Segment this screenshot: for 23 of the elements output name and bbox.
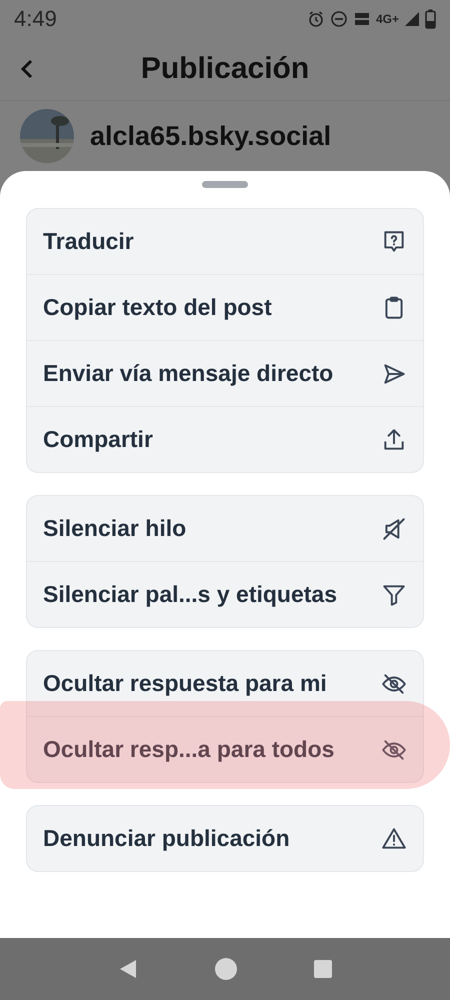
status-time: 4:49 — [14, 6, 57, 32]
back-icon[interactable] — [20, 58, 34, 80]
sheet-handle[interactable] — [202, 181, 248, 188]
author-name[interactable]: alcla65.bsky.social — [90, 120, 332, 152]
warning-icon — [381, 826, 407, 852]
signal-icon — [404, 11, 420, 27]
menu-item[interactable]: Silenciar pal...s y etiquetas — [27, 561, 423, 627]
menu-item[interactable]: Ocultar respuesta para mi — [27, 651, 423, 716]
menu-item[interactable]: Ocultar resp...a para todos — [27, 716, 423, 782]
alarm-icon — [306, 10, 325, 28]
menu-item[interactable]: Compartir — [27, 406, 423, 472]
home-nav-icon[interactable] — [214, 957, 238, 981]
menu-item[interactable]: Denunciar publicación — [27, 806, 423, 871]
menu-item[interactable]: Traducir — [27, 209, 423, 274]
menu-item[interactable]: Silenciar hilo — [27, 496, 423, 561]
do-not-disturb-icon — [330, 10, 348, 28]
recents-nav-icon[interactable] — [312, 959, 333, 979]
battery-icon — [425, 9, 436, 29]
menu-item[interactable]: Copiar texto del post — [27, 274, 423, 340]
menu-item[interactable]: Enviar vía mensaje directo — [27, 340, 423, 406]
muted-speaker-icon — [381, 516, 407, 542]
page-title: Publicación — [140, 52, 310, 86]
network-type: 4G+ — [376, 12, 399, 26]
